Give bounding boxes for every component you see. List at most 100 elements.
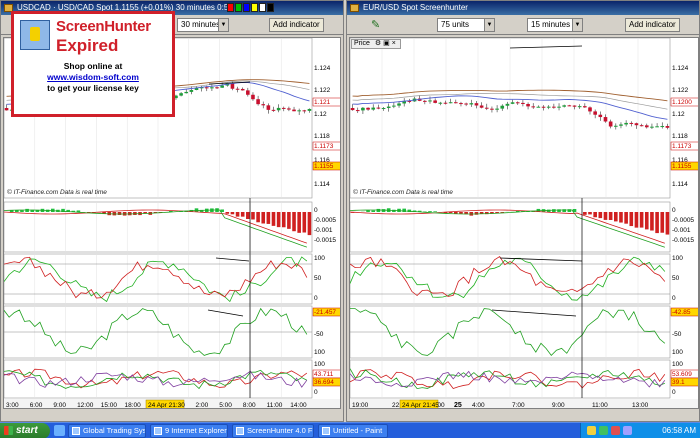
draw-tool-icon[interactable]: ✎ <box>371 18 380 31</box>
wpr-axis-label: 100 <box>672 349 683 356</box>
adx-axis-label: 0 <box>314 389 318 396</box>
color-swatch-icons[interactable] <box>227 3 274 12</box>
macd-bar <box>276 212 281 228</box>
candle-body <box>215 87 219 89</box>
price-axis-label: 1.1173 <box>314 143 334 150</box>
macd-axis-label: 0 <box>314 207 318 214</box>
screenhunter-expired-banner[interactable]: ScreenHunter Expired Shop online at www.… <box>11 11 175 117</box>
taskbar-item-paint[interactable]: Untitled - Paint <box>318 424 388 438</box>
macd-bar <box>76 210 81 212</box>
time-axis-label: 11:00 <box>267 402 283 409</box>
taskbar-item-trading[interactable]: Global Trading Syste... <box>68 424 146 438</box>
candle-body <box>281 107 286 109</box>
macd-bar <box>619 212 623 223</box>
candle-body <box>454 102 458 104</box>
macd-bar <box>371 210 376 212</box>
price-axis-label: 1.12 <box>672 111 685 118</box>
price-axis-label: 1.121 <box>314 99 331 106</box>
tray-volume-icon[interactable] <box>623 426 632 435</box>
expired-label: Expired <box>56 36 119 55</box>
macd-axis-label: -0.0015 <box>314 237 336 244</box>
time-axis-label: 12:00 <box>77 402 94 409</box>
candle-body <box>660 126 665 128</box>
website-link[interactable]: www.wisdom-soft.com <box>14 72 172 83</box>
chevron-down-icon[interactable]: ▼ <box>218 19 228 31</box>
taskbar-item-screenhunter[interactable]: ScreenHunter 4.0 Fr... <box>232 424 314 438</box>
screenhunter-logo-icon <box>20 20 50 50</box>
macd-bar <box>588 212 592 215</box>
adx-axis-label: 39.1 <box>672 379 685 386</box>
chevron-down-icon[interactable]: ▼ <box>484 19 494 31</box>
candle-body <box>423 100 427 102</box>
candle-body <box>521 102 525 104</box>
timeframe-select[interactable]: 15 minutes ▼ <box>527 18 583 32</box>
candle-body <box>361 107 365 111</box>
day-marker-label: 25 <box>454 402 462 409</box>
macd-axis-label: -0.0015 <box>672 237 694 244</box>
units-select[interactable]: 75 units ▼ <box>437 18 495 32</box>
time-axis-label: 5:00 <box>219 402 232 409</box>
tray-app-icon[interactable] <box>587 426 596 435</box>
candle-body <box>572 105 577 107</box>
candle-body <box>541 106 546 108</box>
window-title: EUR/USD Spot Screenhunter <box>363 3 468 12</box>
tray-security-icon[interactable] <box>611 426 620 435</box>
candle-body <box>624 122 628 125</box>
candle-body <box>546 106 551 108</box>
task-label: ScreenHunter 4.0 Fr... <box>247 426 314 435</box>
chevron-down-icon[interactable]: ▼ <box>572 19 582 31</box>
add-indicator-button[interactable]: Add indicator <box>269 18 324 32</box>
macd-bar <box>608 212 613 220</box>
chart-canvas[interactable]: 1.124 1.122 1.1200 1.12 1.118 1.1173 1.116 1.11… <box>349 37 699 409</box>
macd-bar <box>603 212 608 220</box>
macd-axis-label: -0.001 <box>314 227 333 234</box>
time-axis-label: 7:00 <box>512 402 525 409</box>
candle-body <box>505 103 510 106</box>
candle-body <box>261 104 266 106</box>
timeframe-select[interactable]: 30 minutes ▼ <box>177 18 229 32</box>
macd-bar <box>251 212 255 220</box>
ie-quicklaunch-icon[interactable] <box>54 425 65 436</box>
candle-body <box>246 90 250 95</box>
windows-flag-icon <box>4 426 13 435</box>
start-button[interactable]: start <box>0 423 50 438</box>
message-line: Shop online at <box>63 61 123 71</box>
macd-bar <box>614 212 618 222</box>
candle-body <box>567 105 572 107</box>
copy-icon[interactable]: ▣ <box>383 40 390 47</box>
macd-bar <box>665 212 670 235</box>
app-icon <box>350 4 359 12</box>
add-indicator-button[interactable]: Add indicator <box>625 18 680 32</box>
wpr-axis-label: -50 <box>314 331 324 338</box>
macd-bar <box>302 212 307 233</box>
chart-window-eurusd[interactable]: EUR/USD Spot Screenhunter ✎ 75 units ▼ 1… <box>346 0 700 422</box>
price-axis-label: 1.114 <box>672 181 688 188</box>
time-axis-label: 9:00 <box>53 402 66 409</box>
stoch-axis-label: 100 <box>314 255 325 262</box>
time-axis-label: 15:00 <box>101 402 118 409</box>
data-source-watermark: © IT-Finance.com Data is real time <box>353 188 453 196</box>
price-tab[interactable]: Price ⚙ ▣ × <box>351 39 401 49</box>
macd-bar <box>261 212 266 224</box>
window-titlebar[interactable]: EUR/USD Spot Screenhunter <box>347 1 699 15</box>
taskbar-item-ie[interactable]: 9 Internet Explorer <box>150 424 228 438</box>
candle-body <box>464 103 468 105</box>
macd-bar <box>624 212 628 224</box>
macd-bar <box>660 212 665 233</box>
desktop: USDCAD · USD/CAD Spot 1.1155 (+0.01%) 30… <box>0 0 700 438</box>
macd-bar <box>246 212 250 220</box>
candle-body <box>287 108 291 110</box>
wrench-icon[interactable]: ⚙ <box>375 40 381 47</box>
stoch-axis-label: 100 <box>672 255 683 262</box>
clock[interactable]: 06:58 AM <box>662 423 696 438</box>
price-axis-label: 1.1200 <box>672 99 692 106</box>
macd-bar <box>433 211 437 212</box>
candle-body <box>577 106 582 108</box>
time-axis-label: 14:00 <box>290 402 307 409</box>
candle-body <box>292 109 296 112</box>
candle-body <box>371 107 376 110</box>
close-icon[interactable]: × <box>392 40 396 47</box>
tray-network-icon[interactable] <box>599 426 608 435</box>
candle-body <box>220 85 224 88</box>
macd-bar <box>297 212 301 233</box>
